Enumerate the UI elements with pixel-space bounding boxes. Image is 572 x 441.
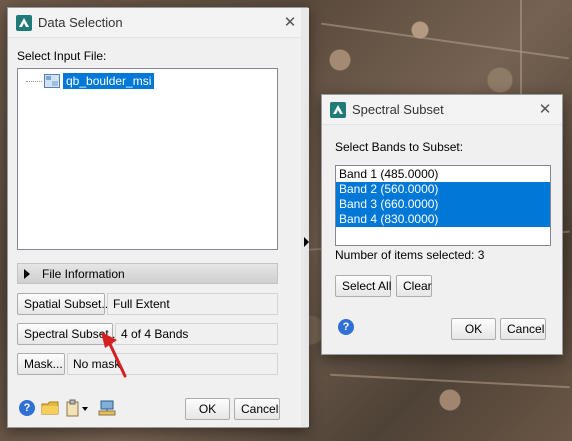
ok-button[interactable]: OK <box>185 398 230 420</box>
annotation-arrow <box>101 332 127 378</box>
file-information-expander[interactable]: File Information <box>17 263 278 284</box>
expand-arrow-icon[interactable] <box>304 237 309 247</box>
network-icon[interactable] <box>98 399 116 417</box>
data-selection-title: Data Selection <box>38 15 123 30</box>
envi-app-icon <box>330 101 346 118</box>
help-icon[interactable]: ? <box>19 400 35 416</box>
select-bands-label: Select Bands to Subset: <box>335 140 464 154</box>
close-icon[interactable]: ✕ <box>536 101 554 119</box>
clipboard-dropdown-icon[interactable] <box>65 399 89 417</box>
clear-button[interactable]: Clear <box>396 275 432 297</box>
band-list[interactable]: Band 1 (485.0000) Band 2 (560.0000) Band… <box>335 165 551 246</box>
list-item[interactable]: Band 4 (830.0000) <box>336 212 550 227</box>
spectral-subset-title: Spectral Subset <box>352 102 444 117</box>
mask-button[interactable]: Mask... <box>17 353 65 375</box>
spectral-subset-titlebar[interactable]: Spectral Subset ✕ <box>322 95 562 125</box>
list-item[interactable]: Band 2 (560.0000) <box>336 182 550 197</box>
input-file-tree[interactable]: qb_boulder_msi <box>17 68 278 250</box>
spatial-subset-button[interactable]: Spatial Subset... <box>17 293 111 315</box>
tree-item[interactable]: qb_boulder_msi <box>26 73 155 89</box>
select-input-file-label: Select Input File: <box>17 49 107 63</box>
help-icon[interactable]: ? <box>338 319 354 335</box>
expand-triangle-icon <box>24 268 30 279</box>
list-item[interactable]: Band 3 (660.0000) <box>336 197 550 212</box>
close-icon[interactable]: ✕ <box>281 14 299 32</box>
data-selection-titlebar[interactable]: Data Selection ✕ <box>8 8 307 38</box>
raster-file-icon <box>44 74 60 88</box>
cancel-button[interactable]: Cancel <box>500 318 546 340</box>
list-item[interactable]: Band 1 (485.0000) <box>336 167 550 182</box>
open-folder-icon[interactable] <box>41 399 59 417</box>
ok-button[interactable]: OK <box>451 318 496 340</box>
spectral-subset-value: 4 of 4 Bands <box>115 323 278 345</box>
spatial-subset-value: Full Extent <box>107 293 278 315</box>
cancel-button[interactable]: Cancel <box>234 398 280 420</box>
panel-expander-strip[interactable] <box>301 8 309 427</box>
select-all-button[interactable]: Select All <box>335 275 391 297</box>
envi-app-icon <box>16 14 32 31</box>
file-information-label: File Information <box>42 266 125 281</box>
items-selected-count: Number of items selected: 3 <box>335 248 485 262</box>
data-selection-dialog: Data Selection ✕ Select Input File: qb_b… <box>7 7 309 428</box>
tree-item-label[interactable]: qb_boulder_msi <box>63 73 155 89</box>
tree-connector <box>26 80 42 82</box>
spectral-subset-dialog: Spectral Subset ✕ Select Bands to Subset… <box>321 94 563 355</box>
